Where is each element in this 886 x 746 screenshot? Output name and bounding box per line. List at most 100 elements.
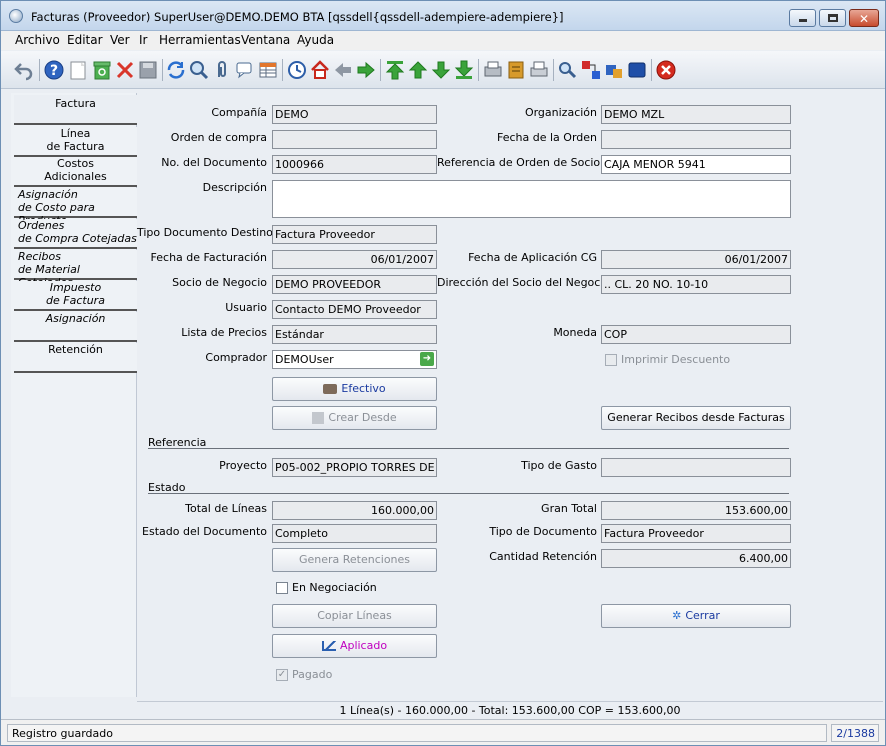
history-icon[interactable]: [286, 59, 308, 81]
crear-desde-button[interactable]: Crear Desde: [272, 406, 437, 430]
forward-icon[interactable]: [355, 59, 377, 81]
pagado-label: Pagado: [292, 668, 333, 681]
archive-icon[interactable]: [505, 59, 527, 81]
minimize-button[interactable]: [789, 9, 816, 27]
maximize-button[interactable]: [819, 9, 846, 27]
estado-documento-label: Estado del Documento: [142, 525, 267, 538]
menu-bar: Archivo Editar Ver Ir Herramientas Venta…: [1, 31, 885, 50]
organizacion-label: Organización: [524, 106, 597, 119]
comprador-field[interactable]: DEMOUser ➜: [272, 350, 437, 369]
fecha-facturacion-field[interactable]: 06/01/2007: [272, 250, 437, 269]
total-lineas-label: Total de Líneas: [185, 502, 267, 515]
new-record-icon[interactable]: [67, 59, 89, 81]
socio-negocio-label: Socio de Negocio: [172, 276, 267, 289]
related-info-icon[interactable]: [580, 59, 602, 81]
menu-archivo[interactable]: Archivo: [15, 33, 60, 47]
organizacion-field[interactable]: DEMO MZL: [601, 105, 791, 124]
ref-orden-socio-field[interactable]: CAJA MENOR 5941: [601, 155, 791, 174]
tab-costos-adicionales[interactable]: Costos Adicionales: [14, 157, 137, 187]
print-icon[interactable]: [528, 59, 550, 81]
attachment-icon[interactable]: [211, 59, 233, 81]
tipo-documento-field[interactable]: Factura Proveedor: [601, 524, 791, 543]
orden-compra-label: Orden de compra: [170, 131, 267, 144]
descripcion-field[interactable]: [272, 180, 791, 218]
back-icon[interactable]: [332, 59, 354, 81]
imprimir-descuento-checkbox[interactable]: [605, 354, 617, 366]
estado-documento-field[interactable]: Completo: [272, 524, 437, 543]
no-documento-field[interactable]: 1000966: [272, 155, 437, 174]
fecha-orden-field[interactable]: [601, 130, 791, 149]
exit-icon[interactable]: [655, 59, 677, 81]
pagado-checkbox[interactable]: ✓: [276, 669, 288, 681]
menu-ventana[interactable]: Ventana: [241, 33, 290, 47]
title-bar: Facturas (Proveedor) SuperUser@DEMO.DEMO…: [1, 1, 885, 31]
delete-record-icon[interactable]: [91, 59, 113, 81]
workflow-icon[interactable]: [603, 59, 625, 81]
socio-negocio-field[interactable]: DEMO PROVEEDOR: [272, 275, 437, 294]
direccion-socio-label: Dirección del Socio del Negocio: [437, 276, 611, 289]
window-title: Facturas (Proveedor) SuperUser@DEMO.DEMO…: [31, 10, 564, 24]
moneda-field[interactable]: COP: [601, 325, 791, 344]
previous-record-icon[interactable]: [407, 59, 429, 81]
product-info-icon[interactable]: [626, 59, 648, 81]
proyecto-field[interactable]: P05-002_PROPIO TORRES DE NIZ: [272, 458, 437, 477]
tab-recibos-cotejados[interactable]: Recibosde Material Cotejados: [14, 250, 137, 289]
menu-ayuda[interactable]: Ayuda: [297, 33, 334, 47]
tab-factura[interactable]: Factura: [14, 95, 137, 125]
direccion-socio-field[interactable]: .. CL. 20 NO. 10-10: [601, 275, 791, 294]
fecha-aplicacion-field[interactable]: 06/01/2007: [601, 250, 791, 269]
menu-ir[interactable]: Ir: [139, 33, 147, 47]
home-icon[interactable]: [309, 59, 331, 81]
en-negociacion-checkbox[interactable]: [276, 582, 288, 594]
next-record-icon[interactable]: [430, 59, 452, 81]
chat-icon[interactable]: [234, 59, 256, 81]
comprador-label: Comprador: [205, 351, 267, 364]
tab-label: Factura: [55, 97, 96, 110]
zoom-across-icon[interactable]: [557, 59, 579, 81]
tab-label: Impuesto: [49, 281, 102, 294]
copiar-lineas-button[interactable]: Copiar Líneas: [272, 604, 437, 628]
tab-asignacion-costo[interactable]: Asignaciónde Costo para Producto: [14, 188, 137, 227]
lookup-arrow-icon[interactable]: ➜: [420, 352, 434, 366]
cerrar-button[interactable]: ✲ Cerrar: [601, 604, 791, 628]
save-icon[interactable]: [137, 59, 159, 81]
last-record-icon[interactable]: [453, 59, 475, 81]
record-counter[interactable]: 2/1388: [831, 724, 879, 742]
tab-ordenes-cotejadas[interactable]: Órdenes de Compra Cotejadas: [14, 219, 137, 249]
copy-icon: [312, 412, 325, 424]
menu-editar[interactable]: Editar: [67, 33, 103, 47]
tab-asignacion[interactable]: Asignación: [14, 312, 137, 342]
tab-impuesto-factura[interactable]: Impuesto de Factura: [14, 281, 137, 311]
tipo-doc-destino-field[interactable]: Factura Proveedor: [272, 225, 437, 244]
tab-linea-factura[interactable]: Línea de Factura: [14, 127, 137, 157]
aplicado-button[interactable]: Aplicado: [272, 634, 437, 658]
help-icon[interactable]: ?: [43, 59, 65, 81]
grid-toggle-icon[interactable]: [257, 59, 279, 81]
first-record-icon[interactable]: [384, 59, 406, 81]
find-icon[interactable]: [188, 59, 210, 81]
usuario-field[interactable]: Contacto DEMO Proveedor: [272, 300, 437, 319]
orden-compra-field[interactable]: [272, 130, 437, 149]
report-icon[interactable]: [482, 59, 504, 81]
tab-label: de Factura: [46, 294, 105, 307]
refresh-icon[interactable]: [165, 59, 187, 81]
ignore-changes-icon[interactable]: [114, 59, 136, 81]
menu-ver[interactable]: Ver: [110, 33, 130, 47]
cantidad-retencion-field[interactable]: 6.400,00: [601, 549, 791, 568]
tipo-gasto-label: Tipo de Gasto: [521, 459, 597, 472]
genera-retenciones-button[interactable]: Genera Retenciones: [272, 548, 437, 572]
undo-icon[interactable]: [13, 59, 35, 81]
close-window-button[interactable]: ✕: [849, 9, 879, 27]
efectivo-button[interactable]: Efectivo: [272, 377, 437, 401]
usuario-label: Usuario: [225, 301, 267, 314]
tab-retencion[interactable]: Retención: [14, 343, 137, 373]
gran-total-field[interactable]: 153.600,00: [601, 501, 791, 520]
lista-precios-field[interactable]: Estándar: [272, 325, 437, 344]
tipo-gasto-field[interactable]: [601, 458, 791, 477]
compania-field[interactable]: DEMO: [272, 105, 437, 124]
menu-herramientas[interactable]: Herramientas: [159, 33, 241, 47]
generar-recibos-button[interactable]: Generar Recibos desde Facturas: [601, 406, 791, 430]
section-divider: [148, 493, 789, 494]
fecha-aplicacion-label: Fecha de Aplicación CG: [468, 251, 597, 264]
total-lineas-field[interactable]: 160.000,00: [272, 501, 437, 520]
